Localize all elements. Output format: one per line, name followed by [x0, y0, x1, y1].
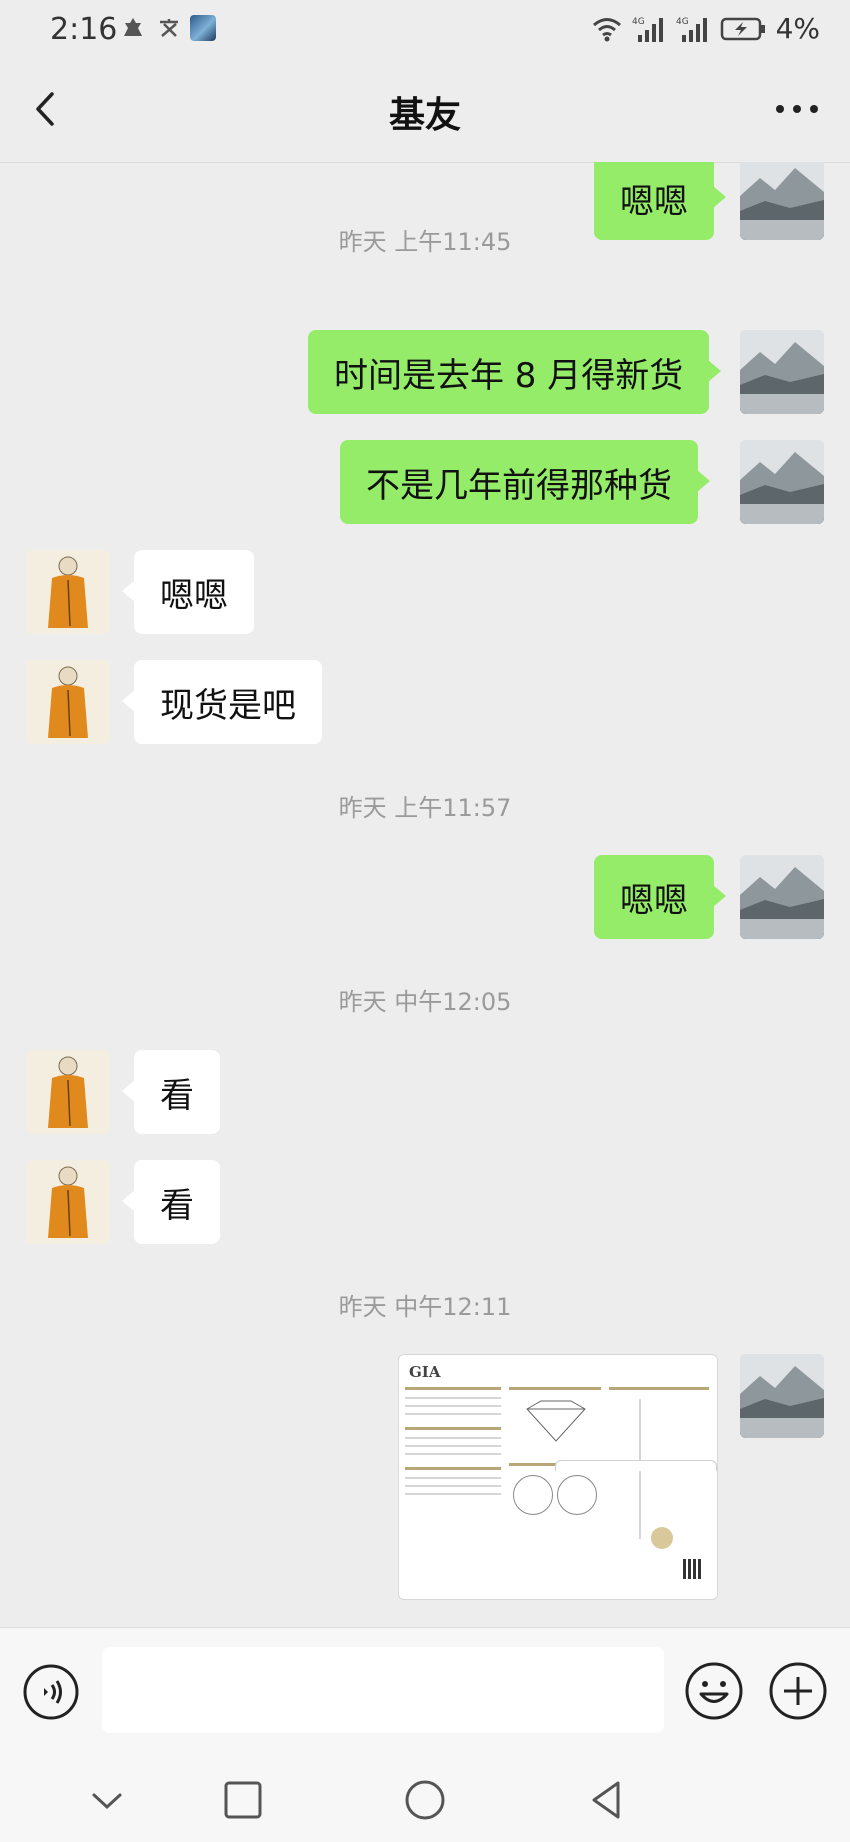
message-timestamp: 昨天 上午11:45 [338, 228, 512, 256]
plus-circle-icon [769, 1662, 827, 1720]
message-timestamp: 昨天 中午12:05 [338, 988, 512, 1016]
image-message-partial[interactable] [555, 1460, 717, 1471]
cert-row [405, 1413, 501, 1415]
message-timestamp: 昨天 上午11:57 [338, 794, 512, 822]
monk-avatar-image [26, 1160, 110, 1244]
voice-icon [23, 1664, 79, 1720]
cert-section-bar [405, 1387, 501, 1390]
mountain-avatar-image [740, 440, 824, 524]
diamond-plot-crown [513, 1475, 553, 1515]
battery-charging-icon [720, 17, 765, 40]
mountain-avatar-image [740, 1354, 824, 1438]
message-list[interactable]: 嗯嗯 昨天 上午11:45 时间是去年 8 月得新货 不是几年前得那种货 嗯嗯 … [0, 162, 850, 1627]
mountain-avatar-image [740, 330, 824, 414]
contact-avatar[interactable] [26, 1050, 110, 1134]
chat-header: 基友 [0, 60, 850, 163]
gia-seal [651, 1527, 673, 1549]
cert-row [405, 1405, 501, 1407]
battery-percent: 4% [775, 12, 820, 45]
cert-section-bar [405, 1427, 501, 1430]
message-bubble-sent[interactable]: 嗯嗯 [594, 855, 726, 939]
message-bubble-received[interactable]: 现货是吧 [122, 660, 322, 744]
contact-avatar[interactable] [26, 550, 110, 634]
circle-icon [405, 1780, 445, 1820]
chat-title: 基友 [388, 95, 461, 136]
monk-avatar-image [26, 550, 110, 634]
diamond-proportions-diagram [526, 1400, 586, 1442]
message-input[interactable] [102, 1647, 664, 1733]
cert-row [405, 1493, 501, 1495]
monk-avatar-image [26, 660, 110, 744]
mountain-avatar-image [740, 855, 824, 939]
signal-label: 4G [632, 17, 645, 27]
monk-avatar-image [26, 1050, 110, 1134]
message-timestamp: 昨天 中午12:11 [338, 1293, 512, 1321]
message-bubble-sent[interactable]: 时间是去年 8 月得新货 [308, 330, 722, 414]
my-avatar[interactable] [740, 330, 824, 414]
voice-button[interactable] [22, 1663, 80, 1721]
nav-home-button[interactable] [400, 1775, 450, 1825]
my-avatar[interactable] [740, 440, 824, 524]
cert-row [405, 1437, 501, 1439]
contact-avatar[interactable] [26, 1160, 110, 1244]
emoji-button[interactable] [684, 1661, 744, 1721]
cert-row [405, 1477, 501, 1479]
signal-4g-icon: 4G [632, 17, 663, 42]
text-icon [154, 14, 184, 42]
image-message-gia-certificate[interactable]: GIA [398, 1354, 718, 1600]
message-bubble-sent[interactable]: 不是几年前得那种货 [340, 440, 710, 524]
more-options-button[interactable] [772, 94, 822, 124]
nav-back-button[interactable] [582, 1775, 632, 1825]
status-time: 2:16 [50, 12, 118, 47]
nav-recents-button[interactable] [218, 1775, 268, 1825]
more-horizontal-icon [776, 105, 818, 113]
diamond-plot-pavilion [557, 1475, 597, 1515]
my-avatar[interactable] [740, 1354, 824, 1438]
signal-4g-icon: 4G [676, 17, 707, 42]
system-nav-bar [0, 1757, 850, 1842]
more-actions-button[interactable] [768, 1661, 828, 1721]
status-bar: 2:16 4G 4G 4% [0, 0, 850, 60]
contact-avatar[interactable] [26, 660, 110, 744]
my-avatar[interactable] [740, 855, 824, 939]
gallery-app-icon [190, 15, 216, 41]
status-system-icons: 4G 4G 4% [592, 12, 820, 45]
cert-row [405, 1485, 501, 1487]
cert-section-bar [609, 1387, 709, 1390]
cert-row [405, 1445, 501, 1447]
message-bubble-received[interactable]: 看 [122, 1050, 220, 1134]
buddha-icon [118, 14, 148, 42]
message-bubble-received[interactable]: 看 [122, 1160, 220, 1244]
chevron-down-icon [92, 1793, 122, 1810]
signal-label: 4G [676, 17, 689, 27]
cert-row [405, 1453, 501, 1455]
cert-section-bar [405, 1467, 501, 1470]
triangle-back-icon [592, 1781, 620, 1819]
nav-hide-keyboard-button[interactable] [82, 1775, 132, 1825]
status-notification-icons [118, 14, 216, 42]
cert-row [405, 1397, 501, 1399]
square-icon [224, 1781, 262, 1819]
cert-section-bar [509, 1387, 601, 1390]
input-bar [0, 1627, 850, 1758]
gia-logo: GIA [409, 1363, 441, 1381]
qr-code [683, 1559, 703, 1579]
emoji-icon [685, 1662, 743, 1720]
wifi-icon [592, 17, 621, 41]
message-bubble-received[interactable]: 嗯嗯 [122, 550, 254, 634]
